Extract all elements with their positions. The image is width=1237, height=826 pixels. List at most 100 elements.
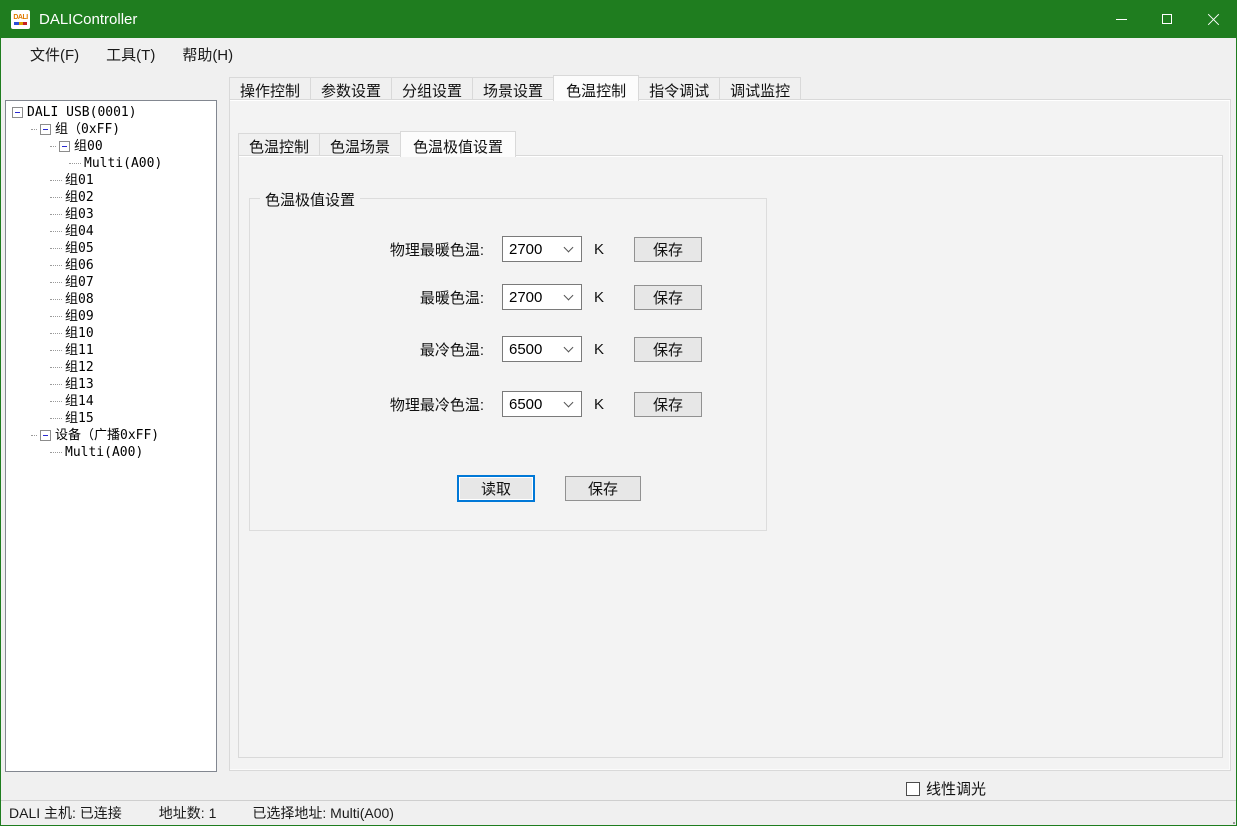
chevron-down-icon	[564, 243, 574, 253]
tree-connector	[50, 333, 62, 334]
tree-item[interactable]: 组02	[6, 189, 216, 206]
menu-item-1[interactable]: 工具(T)	[95, 39, 166, 70]
menu-item-2[interactable]: 帮助(H)	[171, 39, 244, 70]
close-icon	[1207, 13, 1220, 26]
tree-item[interactable]: 组（0xFF)	[6, 121, 216, 138]
color-temp-row: 物理最暖色温:2700 K 保存	[250, 236, 766, 262]
tree-item[interactable]: 组15	[6, 410, 216, 427]
tree-expander-icon[interactable]	[59, 141, 70, 152]
tree-item[interactable]: 组08	[6, 291, 216, 308]
tree-connector	[31, 129, 37, 130]
main-tabs: 操作控制参数设置分组设置场景设置色温控制指令调试调试监控	[229, 74, 801, 100]
status-host: DALI 主机: 已连接	[9, 803, 122, 823]
tree-item-label: 组06	[65, 257, 94, 274]
read-button[interactable]: 读取	[457, 475, 535, 502]
color-temp-combobox[interactable]: 6500	[502, 391, 582, 417]
chevron-down-icon	[564, 291, 574, 301]
row-save-button[interactable]: 保存	[634, 392, 702, 417]
linear-dimming-option: 线性调光	[906, 778, 986, 799]
tree-item[interactable]: 组01	[6, 172, 216, 189]
tree-connector	[69, 163, 81, 164]
row-save-button[interactable]: 保存	[634, 285, 702, 310]
tree-connector	[50, 146, 56, 147]
row-save-button[interactable]: 保存	[634, 337, 702, 362]
status-address-count: 地址数: 1	[159, 803, 217, 823]
tree-item[interactable]: 组12	[6, 359, 216, 376]
tab-调试监控[interactable]: 调试监控	[720, 77, 801, 100]
unit-label: K	[594, 241, 608, 258]
tree-connector	[50, 350, 62, 351]
tree-item-label: 组07	[65, 274, 94, 291]
tree-item-label: 组04	[65, 223, 94, 240]
tree-connector	[50, 265, 62, 266]
tree-item[interactable]: 组04	[6, 223, 216, 240]
tree-expander-icon[interactable]	[12, 107, 23, 118]
tree-item[interactable]: 组13	[6, 376, 216, 393]
tree-item[interactable]: 组14	[6, 393, 216, 410]
tree-item[interactable]: 设备（广播0xFF)	[6, 427, 216, 444]
resize-grip[interactable]	[1229, 818, 1231, 820]
linear-dimming-label: 线性调光	[926, 778, 986, 799]
tree-item-label: 设备（广播0xFF)	[55, 427, 159, 444]
tree-item[interactable]: 组07	[6, 274, 216, 291]
tree-item[interactable]: 组10	[6, 325, 216, 342]
unit-label: K	[594, 396, 608, 413]
groupbox-color-temp-extremes: 色温极值设置 物理最暖色温:2700K保存最暖色温:2700K保存最冷色温:65…	[249, 198, 767, 531]
tree-connector	[50, 401, 62, 402]
save-all-button[interactable]: 保存	[565, 476, 641, 501]
tab-指令调试[interactable]: 指令调试	[639, 77, 720, 100]
tree-expander-icon[interactable]	[40, 430, 51, 441]
window-controls	[1098, 0, 1236, 38]
color-temp-row: 物理最冷色温:6500K保存	[250, 391, 766, 417]
tree-item[interactable]: 组00	[6, 138, 216, 155]
maximize-icon	[1162, 14, 1172, 24]
tree-item-label: 组13	[65, 376, 94, 393]
maximize-button[interactable]	[1144, 0, 1190, 38]
tab-参数设置[interactable]: 参数设置	[311, 77, 392, 100]
color-temp-combobox[interactable]: 6500	[502, 336, 582, 362]
tree-item-label: 组14	[65, 393, 94, 410]
tree-item-label: 组（0xFF)	[55, 121, 120, 138]
tree-item[interactable]: 组06	[6, 257, 216, 274]
tree[interactable]: DALI USB(0001)组（0xFF)组00Multi(A00)组01组02…	[5, 100, 217, 772]
tree-connector	[50, 231, 62, 232]
color-temp-combobox[interactable]: 2700	[502, 236, 582, 262]
combobox-value: 6500	[503, 341, 565, 358]
subtab-色温控制[interactable]: 色温控制	[238, 133, 320, 156]
color-temp-combobox[interactable]: 2700	[502, 284, 582, 310]
tree-item[interactable]: 组03	[6, 206, 216, 223]
tab-分组设置[interactable]: 分组设置	[392, 77, 473, 100]
sub-tabs: 色温控制色温场景色温极值设置	[238, 129, 516, 156]
menubar: 文件(F)工具(T)帮助(H)	[1, 38, 1236, 71]
close-button[interactable]	[1190, 0, 1236, 38]
linear-dimming-checkbox[interactable]	[906, 782, 920, 796]
tree-item-label: 组11	[65, 342, 94, 359]
tab-操作控制[interactable]: 操作控制	[229, 77, 311, 100]
tree-expander-icon[interactable]	[40, 124, 51, 135]
menu-item-0[interactable]: 文件(F)	[19, 39, 90, 70]
tree-item-label: 组05	[65, 240, 94, 257]
tree-item-label: 组10	[65, 325, 94, 342]
color-temp-row-label: 物理最暖色温:	[250, 239, 502, 260]
tab-色温控制[interactable]: 色温控制	[553, 75, 639, 101]
subtab-色温场景[interactable]: 色温场景	[320, 133, 401, 156]
tree-item[interactable]: DALI USB(0001)	[6, 104, 216, 121]
tree-item-label: 组08	[65, 291, 94, 308]
tree-item[interactable]: Multi(A00)	[6, 444, 216, 461]
tree-item-label: 组03	[65, 206, 94, 223]
tree-item[interactable]: 组05	[6, 240, 216, 257]
tree-item-label: 组02	[65, 189, 94, 206]
tree-item[interactable]: 组11	[6, 342, 216, 359]
subtab-色温极值设置[interactable]: 色温极值设置	[400, 131, 516, 157]
tree-connector	[50, 452, 62, 453]
tree-connector	[50, 367, 62, 368]
tab-场景设置[interactable]: 场景设置	[473, 77, 554, 100]
tree-item[interactable]: Multi(A00)	[6, 155, 216, 172]
tree-item[interactable]: 组09	[6, 308, 216, 325]
app-icon: DALI	[11, 10, 30, 29]
minimize-button[interactable]	[1098, 0, 1144, 38]
tree-item-label: 组12	[65, 359, 94, 376]
row-save-button[interactable]: 保存	[634, 237, 702, 262]
tree-connector	[50, 248, 62, 249]
status-selected-address: 已选择地址: Multi(A00)	[252, 803, 394, 823]
